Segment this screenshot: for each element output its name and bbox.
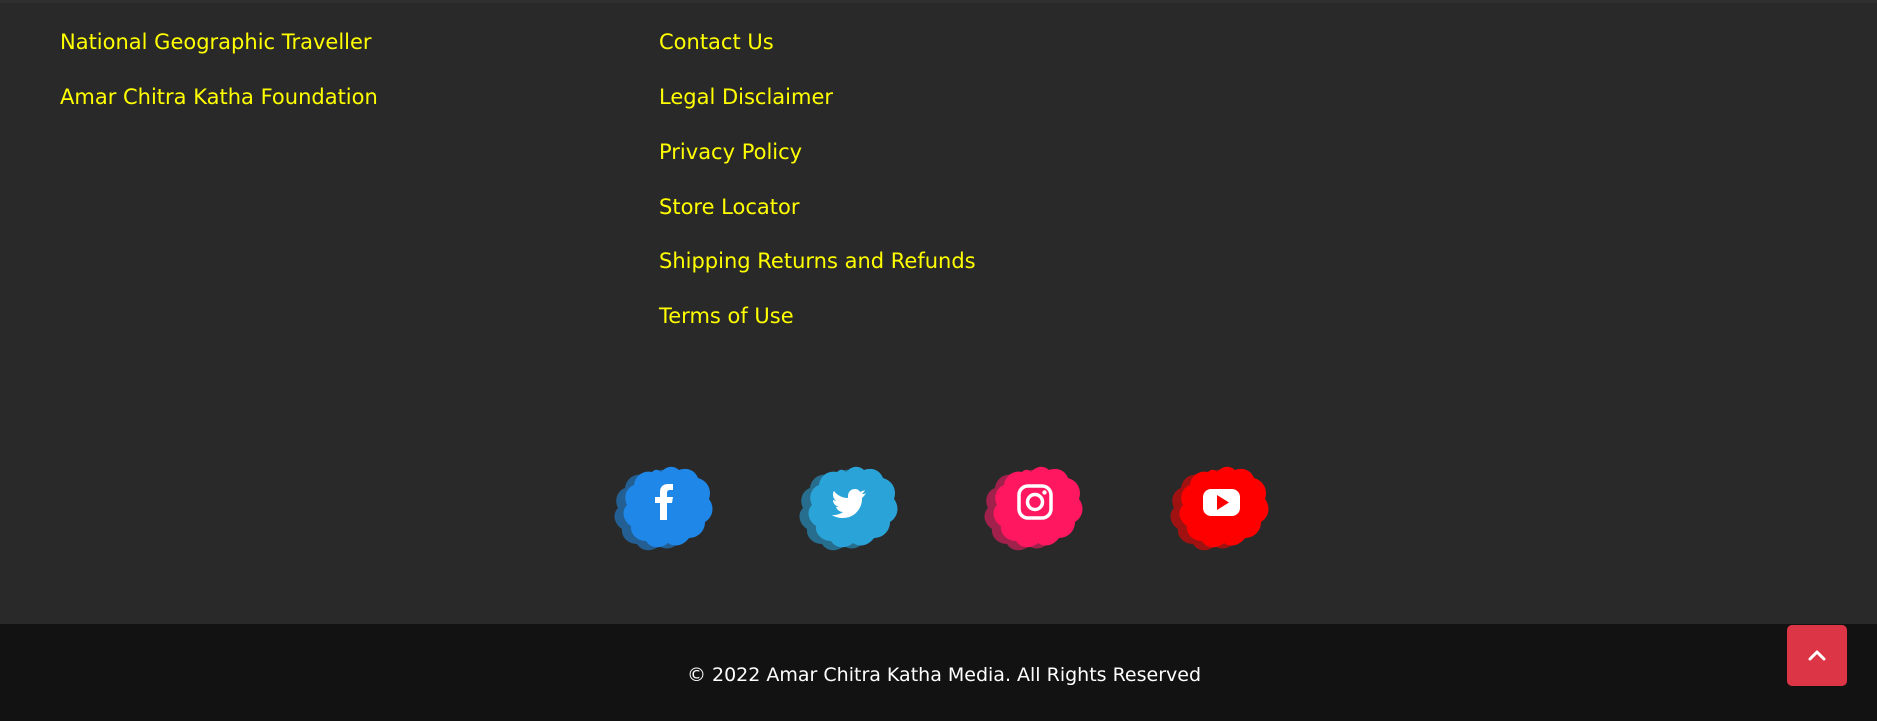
- footer-link-shipping-returns-refunds[interactable]: Shipping Returns and Refunds: [659, 251, 976, 272]
- footer-links-area: National Geographic Traveller Amar Chitr…: [0, 0, 1877, 624]
- instagram-icon: [984, 466, 1083, 551]
- twitter-icon: [799, 466, 898, 551]
- facebook-icon: [614, 466, 713, 551]
- instagram-button[interactable]: [984, 453, 1088, 555]
- footer-link-legal-disclaimer[interactable]: Legal Disclaimer: [659, 87, 833, 108]
- footer-link-contact-us[interactable]: Contact Us: [659, 32, 774, 53]
- chevron-up-icon: [1808, 650, 1826, 660]
- twitter-button[interactable]: [799, 453, 903, 555]
- back-to-top-button[interactable]: [1787, 625, 1847, 686]
- footer-link-privacy-policy[interactable]: Privacy Policy: [659, 142, 802, 163]
- footer-link-terms-of-use[interactable]: Terms of Use: [659, 306, 794, 327]
- facebook-button[interactable]: [614, 453, 718, 555]
- footer-link-national-geographic-traveller[interactable]: National Geographic Traveller: [60, 32, 372, 53]
- footer-divider: [0, 0, 1877, 3]
- social-links: [0, 453, 1877, 555]
- footer-link-amar-chitra-katha-foundation[interactable]: Amar Chitra Katha Foundation: [60, 87, 378, 108]
- copyright-text: © 2022 Amar Chitra Katha Media. All Righ…: [686, 664, 1202, 686]
- footer-link-store-locator[interactable]: Store Locator: [659, 197, 800, 218]
- youtube-icon: [1170, 466, 1269, 551]
- copyright-bar: © 2022 Amar Chitra Katha Media. All Righ…: [0, 624, 1877, 721]
- youtube-button[interactable]: [1170, 453, 1274, 555]
